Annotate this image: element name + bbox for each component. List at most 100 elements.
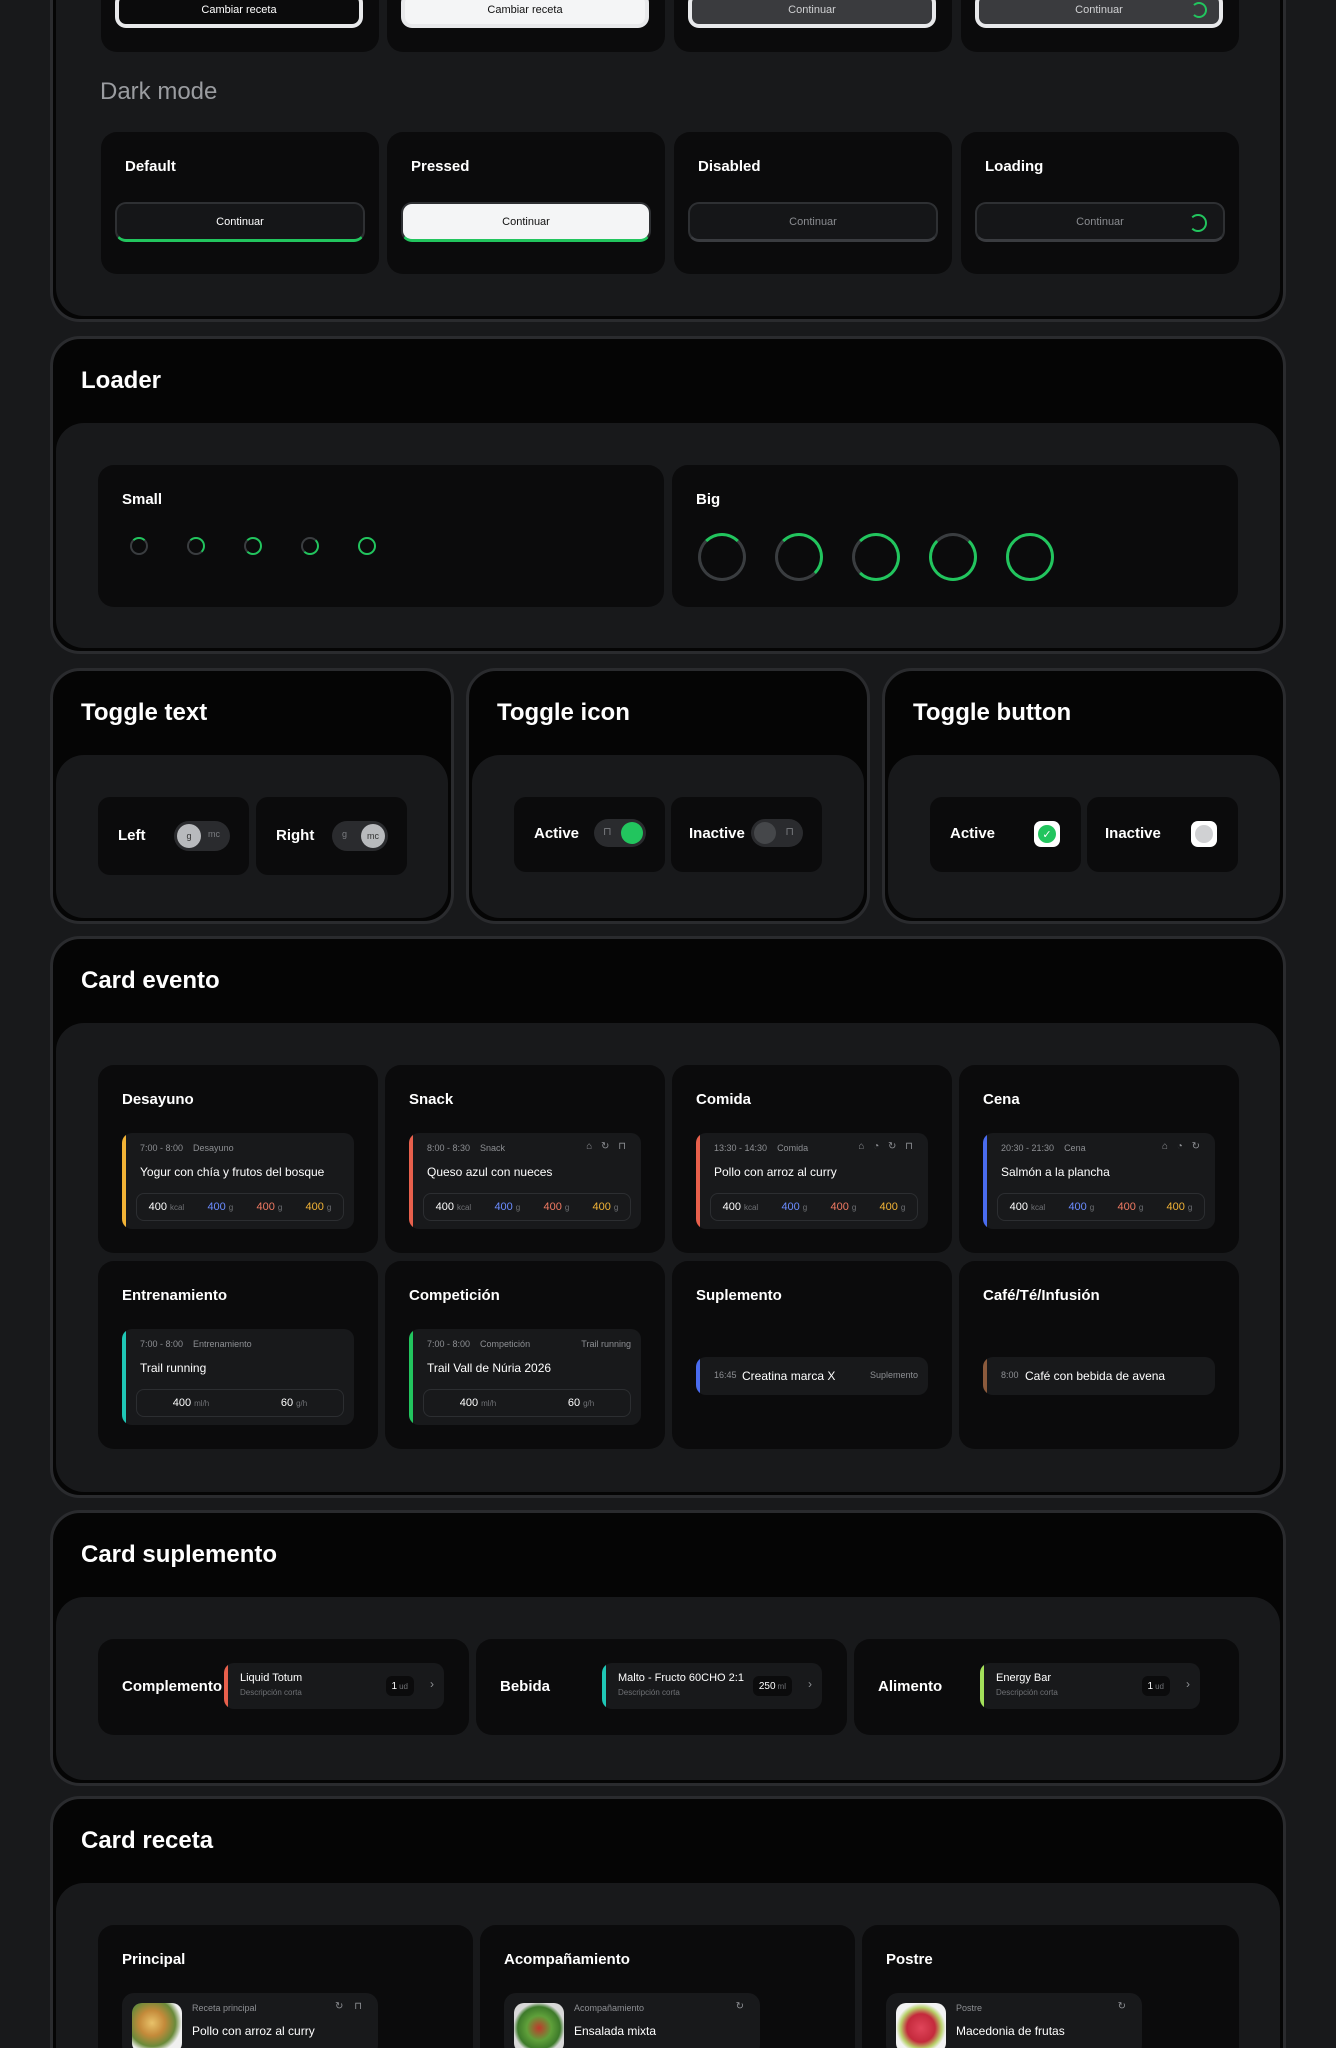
check-icon: ✓	[1034, 821, 1060, 847]
toggle-icon-inactive: Inactive ⊓	[671, 797, 822, 872]
supplement-color-bar	[602, 1663, 606, 1709]
continue-button-pressed[interactable]: Continuar	[401, 202, 651, 242]
event-color-bar	[409, 1133, 413, 1229]
supplement-card[interactable]: Malto - Fructo 60CHO 2:1 Descripción cor…	[602, 1663, 822, 1709]
macro-protein: 400 g	[781, 1201, 808, 1213]
recipe-action-icons[interactable]: ↻	[1118, 2001, 1130, 2012]
loader-section: Loader Small Big	[50, 336, 1286, 654]
continue-button-disabled[interactable]: Continuar	[688, 202, 938, 242]
meal-event-card[interactable]: 13:30 - 14:30 Comida ⌂ ◔ ↻ ⊓ Pollo con a…	[696, 1133, 928, 1229]
toggle-text-left: Left g mc	[98, 797, 249, 875]
event-title: Trail running	[140, 1361, 207, 1375]
cafe-event-pill[interactable]: 8:00 Café con bebida de avena	[983, 1357, 1215, 1395]
event-macros: 400 kcal 400 g 400 g 400 g	[136, 1193, 344, 1221]
continue-button-default[interactable]: Continuar	[115, 202, 365, 242]
event-action-icons[interactable]: ⌂ ↻ ⊓	[586, 1141, 629, 1152]
recipe-card[interactable]: Receta principal Pollo con arroz al curr…	[122, 1993, 378, 2048]
unit-toggle-right[interactable]: g mc	[332, 821, 388, 851]
supplement-cell-complemento: Complemento Liquid Totum Descripción cor…	[98, 1639, 469, 1735]
event-time: 7:00 - 8:00 Entrenamiento	[140, 1339, 252, 1349]
macro-carbs: 400 g	[830, 1201, 857, 1213]
training-event-card[interactable]: 7:00 - 8:00 Entrenamiento Trail running …	[122, 1329, 354, 1425]
big-loader-icon-1	[698, 533, 746, 581]
state-cell-disabled: Disabled Continuar	[674, 132, 952, 274]
section-title: Toggle icon	[497, 699, 630, 726]
event-cell-label: Competición	[409, 1287, 500, 1304]
event-title: Salmón a la plancha	[1001, 1165, 1110, 1179]
recipe-action-icons[interactable]: ↻ ⊓	[335, 2001, 366, 2012]
toggle-button-inactive[interactable]: Inactive	[1087, 797, 1238, 872]
event-cell-label: Comida	[696, 1091, 752, 1108]
section-title: Toggle button	[913, 699, 1072, 726]
small-loader-icon-1	[130, 537, 148, 555]
macro-kcal: 400 kcal	[148, 1201, 185, 1213]
event-tag: Suplemento	[869, 1370, 918, 1380]
recipe-cell-postre: Postre Postre Macedonia de frutas ↻	[862, 1925, 1239, 2048]
event-time: 20:30 - 21:30 Cena	[1001, 1143, 1086, 1153]
lock-toggle-inactive[interactable]: ⊓	[751, 819, 803, 847]
toggle-option-mc: mc	[208, 829, 220, 839]
supplement-cell-bebida: Bebida Malto - Fructo 60CHO 2:1 Descripc…	[476, 1639, 847, 1735]
loader-small-cell: Small	[98, 465, 664, 607]
continue-button-loading[interactable]: Continuar	[975, 202, 1225, 242]
toggle-icon-section: Toggle icon Active ⊓ Inactive ⊓	[466, 668, 870, 924]
change-recipe-button[interactable]: Cambiar receta	[115, 0, 363, 28]
section-title: Loader	[81, 367, 162, 394]
card-evento-body: Desayuno 7:00 - 8:00 Desayuno Yogur con …	[56, 1023, 1280, 1492]
supplement-event-pill[interactable]: 16:45 Creatina marca X Suplemento	[696, 1357, 928, 1395]
supplement-card[interactable]: Energy Bar Descripción corta 1 ud ›	[980, 1663, 1200, 1709]
event-title: Queso azul con nueces	[427, 1165, 553, 1179]
event-cell-label: Cena	[983, 1091, 1020, 1108]
macro-protein: 400 g	[1068, 1201, 1095, 1213]
lock-icon: ⊓	[603, 826, 612, 838]
supplement-cell-label: Complemento	[122, 1678, 223, 1695]
small-loader-icon-4	[301, 537, 319, 555]
macro-kcal: 400 kcal	[1009, 1201, 1046, 1213]
meal-event-card[interactable]: 7:00 - 8:00 Desayuno Yogur con chía y fr…	[122, 1133, 354, 1229]
loader-small-label: Small	[122, 491, 163, 508]
event-title: Pollo con arroz al curry	[714, 1165, 837, 1179]
lock-toggle-active[interactable]: ⊓	[594, 819, 646, 847]
recipe-cell-label: Postre	[886, 1951, 933, 1968]
recipe-tag: Postre	[956, 2003, 983, 2013]
recipe-card[interactable]: Postre Macedonia de frutas ↻	[886, 1993, 1142, 2048]
competition-event-card[interactable]: 7:00 - 8:00 Competición Trail running Tr…	[409, 1329, 641, 1425]
section-title: Card suplemento	[81, 1541, 278, 1568]
chevron-right-icon[interactable]: ›	[1186, 1677, 1190, 1691]
recipe-action-icons[interactable]: ↻	[736, 2001, 748, 2012]
toggle-label: Inactive	[689, 825, 745, 842]
event-time: 8:00	[1001, 1370, 1019, 1380]
chevron-right-icon[interactable]: ›	[430, 1677, 434, 1691]
supplement-desc: Descripción corta	[996, 1688, 1058, 1697]
toggle-button-section: Toggle button Active ✓ Inactive	[882, 668, 1286, 924]
meal-event-card[interactable]: 20:30 - 21:30 Cena ⌂ ◔ ↻ Salmón a la pla…	[983, 1133, 1215, 1229]
event-cell-suplemento: Suplemento 16:45 Creatina marca X Suplem…	[672, 1261, 952, 1449]
unit-toggle-left[interactable]: g mc	[174, 821, 230, 851]
supplement-color-bar	[980, 1663, 984, 1709]
event-cell-cafe: Café/Té/Infusión 8:00 Café con bebida de…	[959, 1261, 1239, 1449]
loading-spinner-icon	[1191, 2, 1207, 18]
event-action-icons[interactable]: ⌂ ◔ ↻	[1162, 1141, 1203, 1152]
section-title: Card receta	[81, 1827, 214, 1854]
big-loader-icon-5	[1006, 533, 1054, 581]
toggle-knob-on	[621, 822, 643, 844]
event-time: 7:00 - 8:00 Desayuno	[140, 1143, 234, 1153]
supplement-cell-label: Bebida	[500, 1678, 551, 1695]
event-macros: 400 kcal 400 g 400 g 400 g	[423, 1193, 631, 1221]
continue-button-loading-light[interactable]: Continuar	[975, 0, 1223, 28]
small-loader-icon-3	[244, 537, 262, 555]
recipe-image-curry	[132, 2003, 182, 2048]
card-receta-body: Principal Receta principal Pollo con arr…	[56, 1883, 1280, 2048]
chevron-right-icon[interactable]: ›	[808, 1677, 812, 1691]
small-loader-icon-2	[187, 537, 205, 555]
toggle-button-active[interactable]: Active ✓	[930, 797, 1081, 872]
event-title: Creatina marca X	[742, 1369, 836, 1383]
meal-event-card[interactable]: 8:00 - 8:30 Snack ⌂ ↻ ⊓ Queso azul con n…	[409, 1133, 641, 1229]
event-cell-snack: Snack 8:00 - 8:30 Snack ⌂ ↻ ⊓ Queso azul…	[385, 1065, 665, 1253]
recipe-card[interactable]: Acompañamiento Ensalada mixta ↻	[504, 1993, 760, 2048]
macro-fat: 400 g	[305, 1201, 332, 1213]
event-action-icons[interactable]: ⌂ ◔ ↻ ⊓	[858, 1141, 916, 1152]
change-recipe-button-pressed[interactable]: Cambiar receta	[401, 0, 649, 28]
supplement-card[interactable]: Liquid Totum Descripción corta 1 ud ›	[224, 1663, 444, 1709]
continue-button-disabled-light[interactable]: Continuar	[688, 0, 936, 28]
